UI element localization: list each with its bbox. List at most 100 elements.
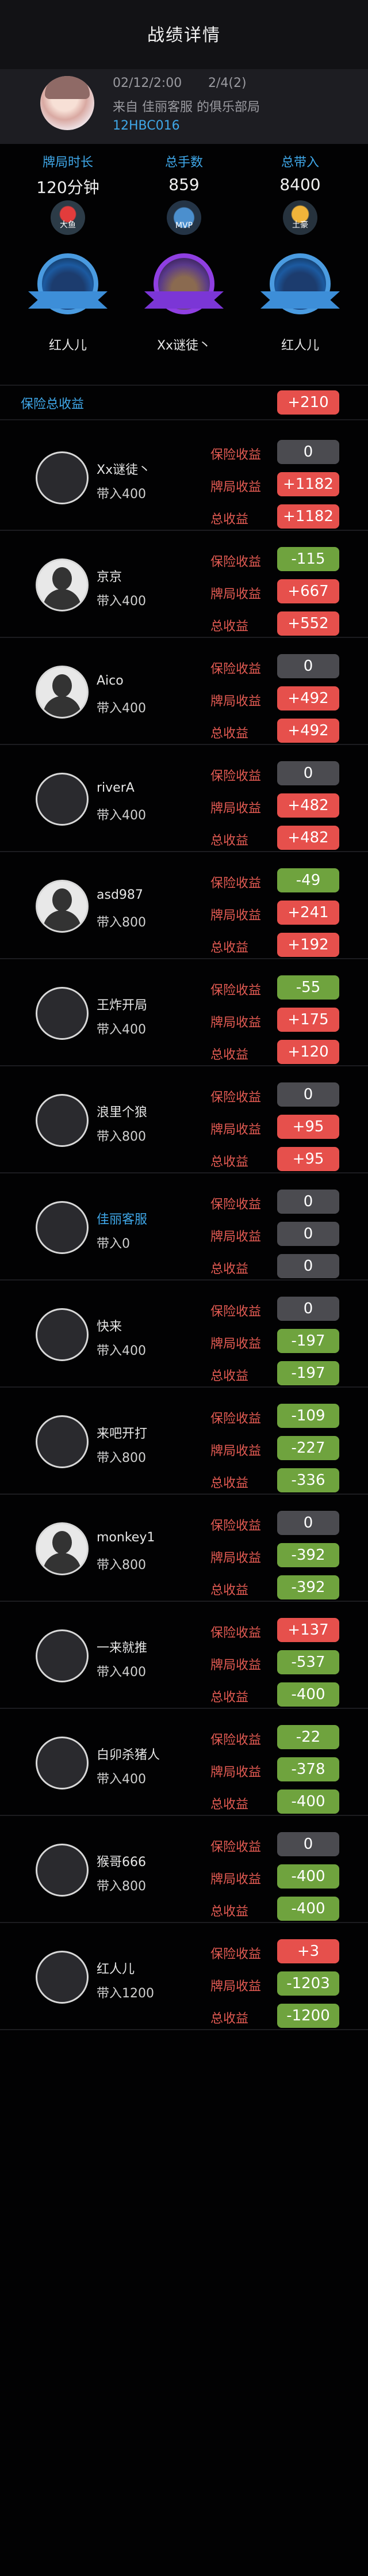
- hand-value: +1182: [277, 472, 339, 496]
- player-avatar: [36, 1415, 89, 1468]
- player-bring-in: 带入400: [97, 1772, 146, 1787]
- player-row[interactable]: Xx谜徒丶 带入400 保险收益 牌局收益 总收益 0 +1182 +1182: [0, 424, 368, 531]
- player-bring-in: 带入400: [97, 487, 146, 501]
- total-value: +1182: [277, 504, 339, 529]
- insurance-label: 保险收益: [210, 876, 262, 891]
- player-row[interactable]: 王炸开局 带入400 保险收益 牌局收益 总收益 -55 +175 +120: [0, 959, 368, 1066]
- total-value: -400: [277, 1682, 339, 1707]
- insurance-value: 0: [277, 654, 339, 678]
- total-value: +492: [277, 719, 339, 743]
- player-row[interactable]: 猴哥666 带入800 保险收益 牌局收益 总收益 0 -400 -400: [0, 1816, 368, 1923]
- player-bring-in: 带入800: [97, 1879, 146, 1894]
- hand-label: 牌局收益: [210, 1872, 262, 1887]
- insurance-total-value: +210: [277, 390, 339, 415]
- hand-value: +175: [277, 1008, 339, 1032]
- player-name: 一来就推: [97, 1641, 148, 1655]
- insurance-total-row: 保险总收益 +210: [0, 385, 368, 420]
- player-row[interactable]: 佳丽客服 带入0 保险收益 牌局收益 总收益 0 0 0: [0, 1173, 368, 1281]
- total-label: 总收益: [210, 2012, 249, 2026]
- hand-label: 牌局收益: [210, 1658, 262, 1673]
- insurance-label: 保险收益: [210, 1519, 262, 1533]
- player-name: monkey1: [97, 1530, 155, 1545]
- total-value: -400: [277, 1789, 339, 1814]
- hand-value: +482: [277, 793, 339, 818]
- player-bring-in: 带入400: [97, 701, 146, 716]
- total-value: -336: [277, 1468, 339, 1492]
- hand-label: 牌局收益: [210, 694, 262, 709]
- insurance-label: 保险收益: [210, 1198, 262, 1212]
- player-avatar: [36, 773, 89, 826]
- player-row[interactable]: asd987 带入800 保险收益 牌局收益 总收益 -49 +241 +192: [0, 852, 368, 959]
- hand-value: -392: [277, 1543, 339, 1567]
- insurance-label: 保险收益: [210, 1626, 262, 1640]
- player-row[interactable]: 红人儿 带入1200 保险收益 牌局收益 总收益 +3 -1203 -1200: [0, 1923, 368, 2030]
- hand-label: 牌局收益: [210, 1123, 262, 1137]
- hand-value: -400: [277, 1864, 339, 1889]
- medal-icon: [28, 248, 108, 322]
- award-rich[interactable]: 红人儿: [248, 248, 352, 354]
- rich-badge-icon: 土豪: [283, 200, 317, 235]
- player-avatar: [36, 558, 89, 611]
- insurance-value: -115: [277, 547, 339, 571]
- player-name: Xx谜徒丶: [97, 463, 151, 477]
- player-name: 王炸开局: [97, 998, 148, 1013]
- stats-row: 牌局时长 120分钟 总手数 859 总带入 8400 大鱼 MVP 土豪: [0, 144, 368, 235]
- total-label: 总收益: [210, 1583, 249, 1598]
- player-row[interactable]: Aico 带入400 保险收益 牌局收益 总收益 0 +492 +492: [0, 638, 368, 745]
- insurance-label: 保险收益: [210, 1305, 262, 1319]
- hand-label: 牌局收益: [210, 480, 262, 495]
- game-code: 12HBC016: [113, 119, 180, 133]
- player-avatar: [36, 1951, 89, 2004]
- stat-value: 120分钟: [36, 178, 99, 197]
- player-row[interactable]: 浪里个狼 带入800 保险收益 牌局收益 总收益 0 +95 +95: [0, 1066, 368, 1173]
- total-value: +482: [277, 826, 339, 850]
- total-label: 总收益: [210, 1905, 249, 1919]
- hand-value: -537: [277, 1650, 339, 1674]
- player-name: Aico: [97, 674, 124, 688]
- player-bring-in: 带入800: [97, 1451, 146, 1465]
- player-row[interactable]: 来吧开打 带入800 保险收益 牌局收益 总收益 -109 -227 -336: [0, 1388, 368, 1495]
- total-value: +95: [277, 1147, 339, 1171]
- player-avatar: [36, 1844, 89, 1897]
- game-info: 02/12/2:00 2/4(2) 来自 佳丽客服 的俱乐部局 12HBC016: [0, 69, 368, 144]
- insurance-value: -109: [277, 1404, 339, 1428]
- player-name: 京京: [97, 570, 122, 584]
- hand-label: 牌局收益: [210, 1337, 262, 1351]
- insurance-label: 保险收益: [210, 769, 262, 784]
- player-name: riverA: [97, 781, 135, 795]
- player-row[interactable]: riverA 带入400 保险收益 牌局收益 总收益 0 +482 +482: [0, 745, 368, 852]
- player-avatar: [36, 880, 89, 933]
- fish-badge-icon: 大鱼: [51, 200, 85, 235]
- insurance-value: 0: [277, 440, 339, 464]
- player-name: 白卯杀猪人: [97, 1748, 160, 1762]
- player-bring-in: 带入1200: [97, 1986, 154, 2001]
- player-row[interactable]: 一来就推 带入400 保险收益 牌局收益 总收益 +137 -537 -400: [0, 1602, 368, 1709]
- award-mvp[interactable]: Xx谜徒丶: [132, 248, 236, 354]
- insurance-value: 0: [277, 761, 339, 785]
- hand-label: 牌局收益: [210, 1765, 262, 1780]
- hand-value: -378: [277, 1757, 339, 1781]
- player-bring-in: 带入400: [97, 594, 146, 609]
- stat-duration: 牌局时长 120分钟: [16, 152, 120, 198]
- hand-value: 0: [277, 1222, 339, 1246]
- player-row[interactable]: 白卯杀猪人 带入400 保险收益 牌局收益 总收益 -22 -378 -400: [0, 1709, 368, 1816]
- player-row[interactable]: monkey1 带入800 保险收益 牌局收益 总收益 0 -392 -392: [0, 1495, 368, 1602]
- total-value: +552: [277, 611, 339, 636]
- player-avatar: [36, 451, 89, 504]
- total-value: 0: [277, 1254, 339, 1278]
- total-label: 总收益: [210, 512, 249, 527]
- insurance-value: 0: [277, 1190, 339, 1214]
- total-value: -392: [277, 1575, 339, 1599]
- total-value: -400: [277, 1897, 339, 1921]
- insurance-label: 保险收益: [210, 1947, 262, 1962]
- hand-value: +241: [277, 901, 339, 925]
- player-row[interactable]: 快来 带入400 保险收益 牌局收益 总收益 0 -197 -197: [0, 1281, 368, 1388]
- stat-label: 牌局时长: [42, 155, 93, 170]
- player-name: 快来: [97, 1320, 122, 1334]
- hand-label: 牌局收益: [210, 1016, 262, 1030]
- award-fish[interactable]: 红人儿: [16, 248, 120, 354]
- player-avatar: [36, 666, 89, 719]
- player-row[interactable]: 京京 带入400 保险收益 牌局收益 总收益 -115 +667 +552: [0, 531, 368, 638]
- host-avatar: [40, 76, 94, 130]
- insurance-label: 保险收益: [210, 983, 262, 998]
